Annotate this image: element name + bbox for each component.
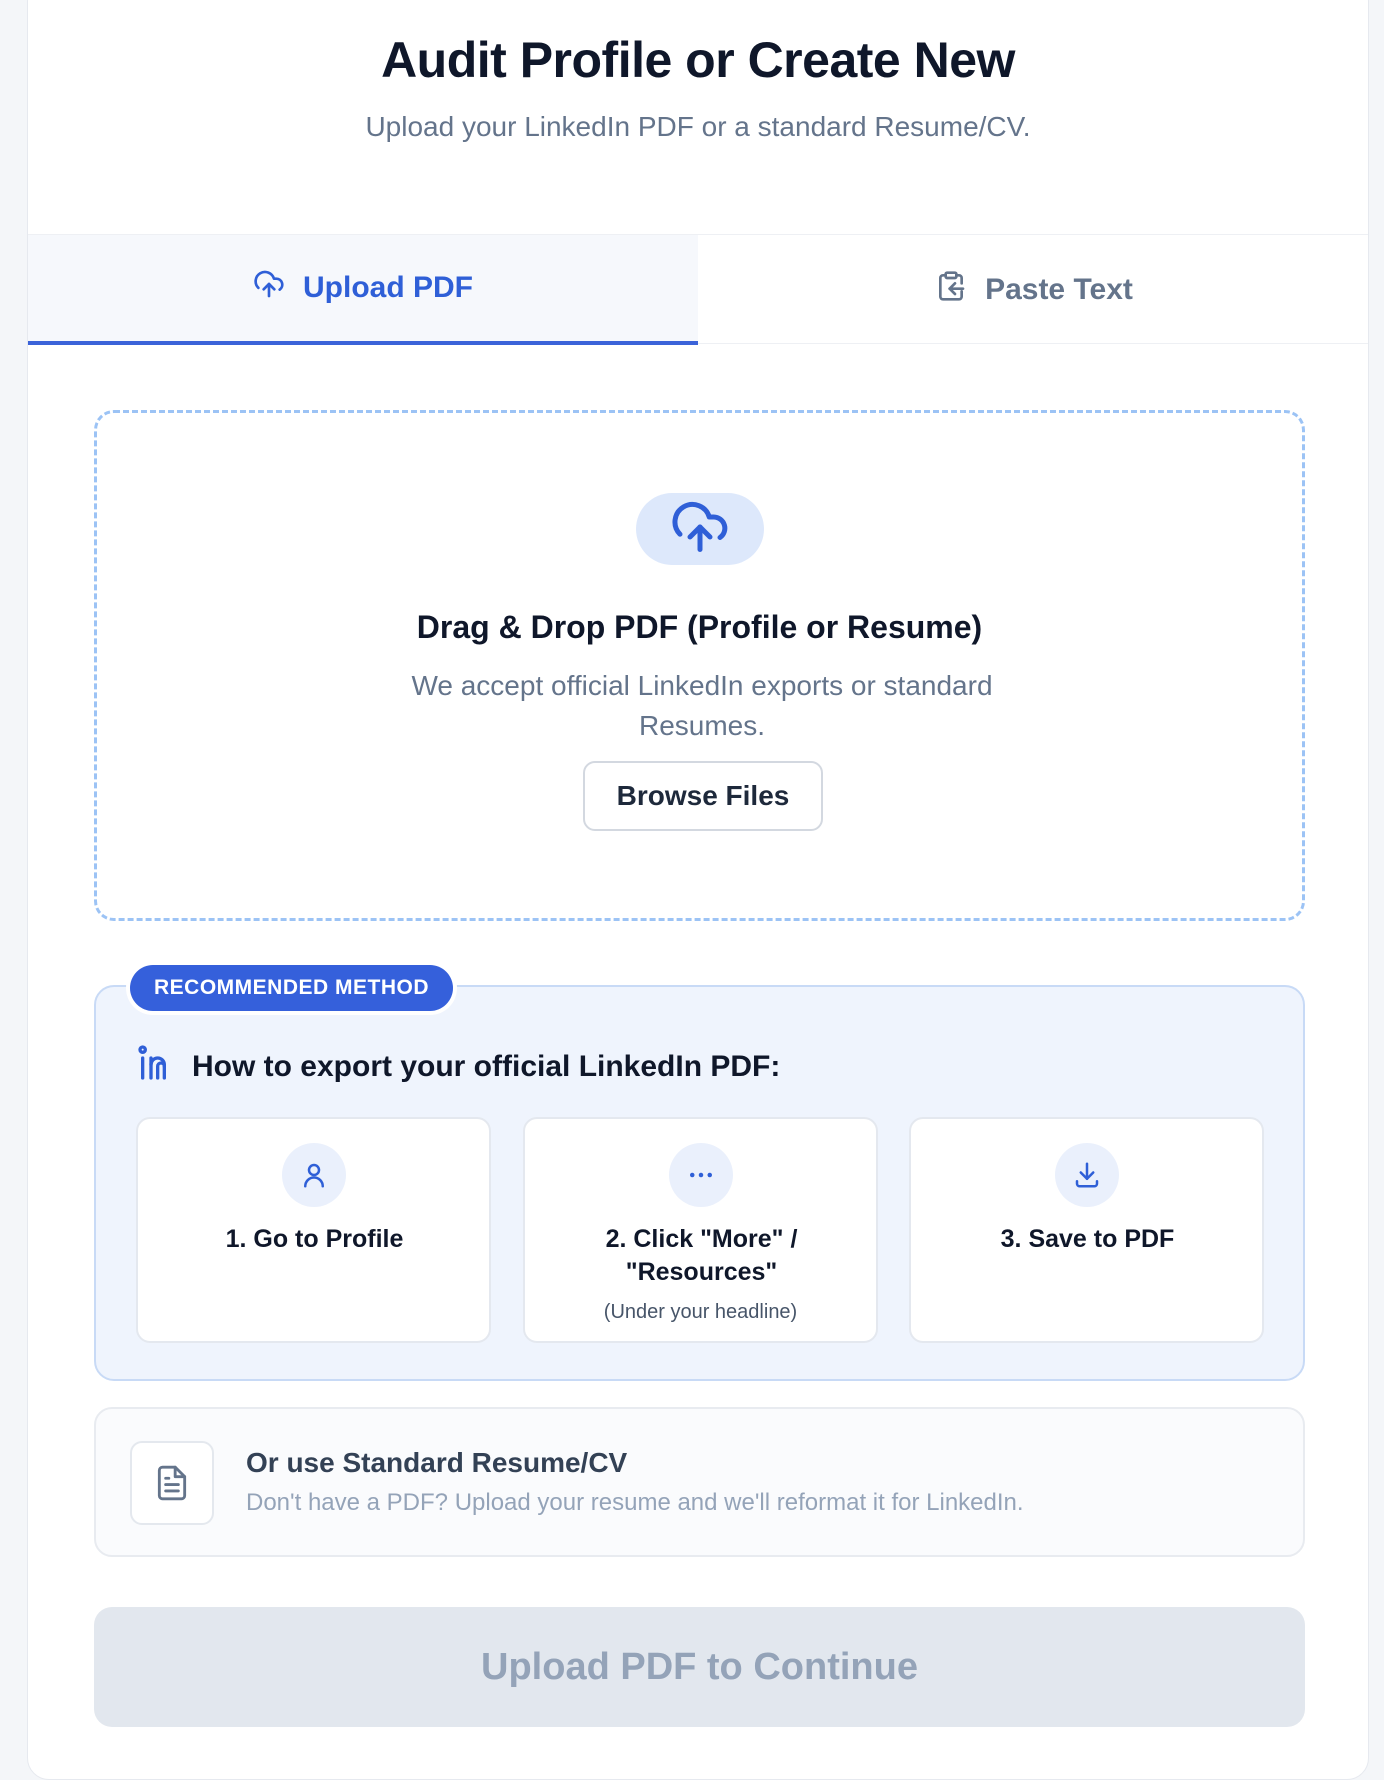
recommended-badge: RECOMMENDED METHOD xyxy=(130,965,453,1011)
step-save-to-pdf: 3. Save to PDF xyxy=(909,1117,1264,1343)
browse-files-button[interactable]: Browse Files xyxy=(583,761,823,831)
download-icon xyxy=(1055,1143,1119,1207)
standard-resume-subtitle: Don't have a PDF? Upload your resume and… xyxy=(246,1489,1024,1516)
tab-upload-pdf-label: Upload PDF xyxy=(303,271,473,304)
page-subtitle: Upload your LinkedIn PDF or a standard R… xyxy=(365,111,1031,142)
more-dots-icon xyxy=(669,1143,733,1207)
recommended-method-panel: RECOMMENDED METHOD How to export your of… xyxy=(94,965,1305,1381)
continue-button[interactable]: Upload PDF to Continue xyxy=(94,1607,1305,1727)
step-click-more: 2. Click "More" / "Resources" (Under you… xyxy=(523,1117,878,1343)
step-note: (Under your headline) xyxy=(603,1301,798,1323)
page-title: Audit Profile or Create New xyxy=(381,32,1015,88)
clipboard-icon xyxy=(935,270,967,310)
standard-resume-option[interactable]: Or use Standard Resume/CV Don't have a P… xyxy=(94,1407,1305,1557)
cloud-upload-icon xyxy=(253,268,285,308)
standard-resume-title: Or use Standard Resume/CV xyxy=(246,1447,628,1478)
step-label: 3. Save to PDF xyxy=(1000,1225,1175,1253)
step-label: 2. Click "More" / "Resources" xyxy=(605,1225,798,1286)
document-icon xyxy=(130,1441,214,1525)
tab-paste-text-label: Paste Text xyxy=(985,273,1133,306)
cloud-upload-icon xyxy=(670,497,730,562)
user-icon xyxy=(282,1143,346,1207)
step-label: 1. Go to Profile xyxy=(225,1225,404,1253)
recommended-heading: How to export your official LinkedIn PDF… xyxy=(136,1043,780,1091)
tab-upload-pdf[interactable]: Upload PDF xyxy=(28,235,698,345)
export-steps: 1. Go to Profile 2. Click "More" / "Reso… xyxy=(136,1117,1266,1343)
tab-paste-text[interactable]: Paste Text xyxy=(698,235,1370,345)
pdf-dropzone[interactable]: Drag & Drop PDF (Profile or Resume) We a… xyxy=(94,410,1305,921)
header: Audit Profile or Create New Upload your … xyxy=(28,1,1368,214)
audit-card: Audit Profile or Create New Upload your … xyxy=(27,0,1369,1780)
step-go-to-profile: 1. Go to Profile xyxy=(136,1117,491,1343)
tab-bar: Upload PDF Paste Text xyxy=(28,234,1370,345)
dropzone-subtitle: We accept official LinkedIn exports or s… xyxy=(411,670,993,741)
recommended-heading-text: How to export your official LinkedIn PDF… xyxy=(192,1050,781,1083)
linkedin-icon xyxy=(136,1043,176,1091)
dropzone-title: Drag & Drop PDF (Profile or Resume) xyxy=(416,609,983,645)
dropzone-icon-wrap xyxy=(636,493,764,565)
